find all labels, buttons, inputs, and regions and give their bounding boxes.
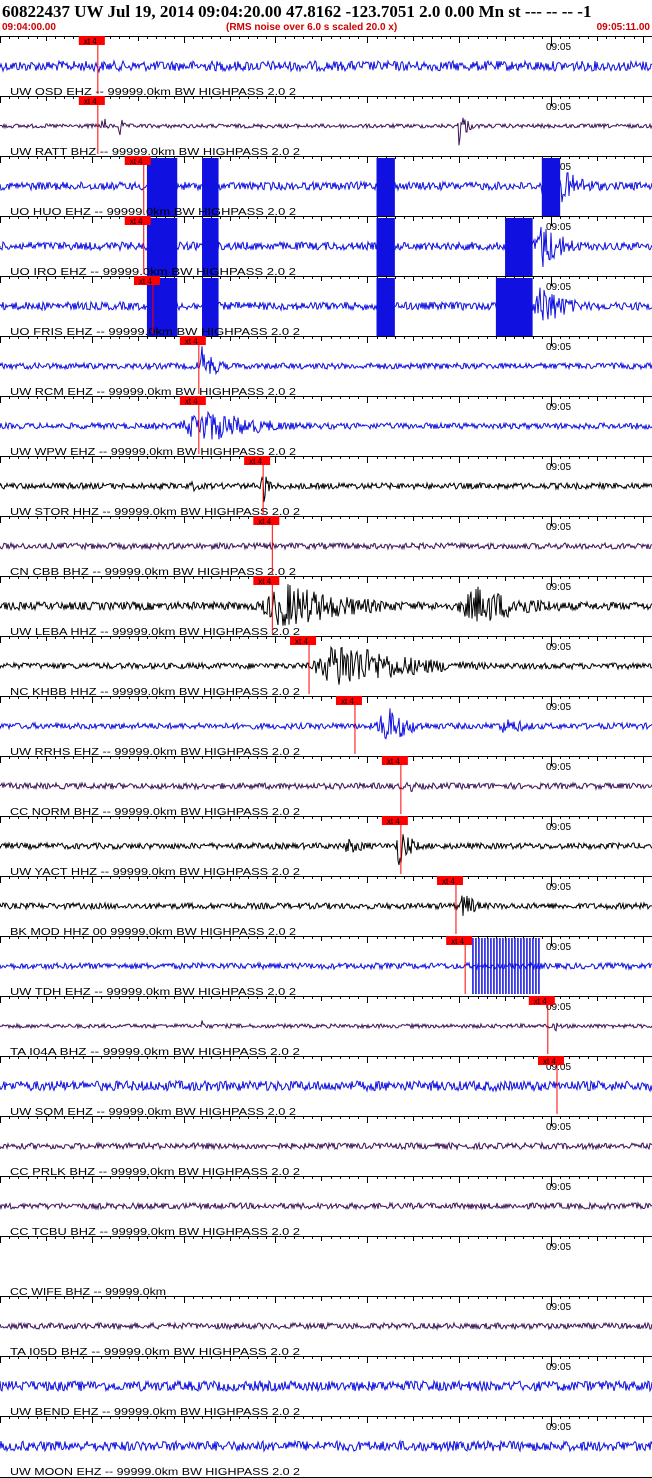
pick-label: xt 4 <box>534 997 547 1006</box>
minute-label: 09:05 <box>546 102 571 113</box>
minute-label: 09:05 <box>546 1422 571 1433</box>
minute-label: 09:05 <box>546 882 571 893</box>
waveform <box>0 1141 652 1151</box>
waveform <box>0 895 652 916</box>
trace-panel: 09:05CC PRLK BHZ -- 99999.0km BW HIGHPAS… <box>0 1116 652 1178</box>
pick-label: xt 4 <box>543 1057 556 1066</box>
minute-label: 09:05 <box>546 702 571 713</box>
trace-label: UW MOON EHZ -- 99999.0km BW HIGHPASS 2.0… <box>10 1466 300 1478</box>
waveform <box>0 475 652 502</box>
trace-panel: 09:05UO HUO EHZ -- 99999.0km BW HIGHPASS… <box>0 156 652 218</box>
waveform <box>0 781 652 792</box>
start-time: 09:04:00.00 <box>2 22 56 33</box>
minute-label: 09:05 <box>546 402 571 413</box>
minute-label: 09:05 <box>546 1182 571 1193</box>
trace-panel: 09:05UW TDH EHZ -- 99999.0km BW HIGHPASS… <box>0 936 652 998</box>
minute-label: 09:05 <box>546 582 571 593</box>
pick-label: xt 4 <box>249 457 262 466</box>
pick-label: xt 4 <box>84 97 97 106</box>
minute-label: 09:05 <box>546 762 571 773</box>
waveform <box>0 410 652 440</box>
minute-label: 09:05 <box>546 42 571 53</box>
waveform <box>0 1379 652 1393</box>
minute-label: 09:05 <box>546 522 571 533</box>
clipped-signal-block <box>541 158 561 216</box>
minute-label: 09:05 <box>546 342 571 353</box>
trace-panel: 09:05UW STOR HHZ -- 99999.0km BW HIGHPAS… <box>0 456 652 518</box>
pick-label: xt 4 <box>130 157 143 166</box>
trace-panel: 09:05UW BEND EHZ -- 99999.0km BW HIGHPAS… <box>0 1356 652 1418</box>
plot-header: 60822437 UW Jul 19, 2014 09:04:20.00 47.… <box>0 0 652 36</box>
minute-label: 09:05 <box>546 222 571 233</box>
waveform <box>0 1079 652 1093</box>
scale-note: (RMS noise over 6.0 s scaled 20.0 x) <box>226 22 398 33</box>
waveform <box>0 541 652 551</box>
end-time: 09:05:11.00 <box>596 22 650 33</box>
waveform <box>0 1201 652 1211</box>
trace-panel: 09:05CC WIFE BHZ -- 99999.0km <box>0 1236 652 1298</box>
minute-label: 09:05 <box>546 942 571 953</box>
trace-panel: 09:05UO FRIS EHZ -- 99999.0km BW HIGHPAS… <box>0 276 652 338</box>
pick-label: xt 4 <box>442 877 455 886</box>
event-title: 60822437 UW Jul 19, 2014 09:04:20.00 47.… <box>2 2 592 21</box>
minute-label: 09:05 <box>546 1122 571 1133</box>
minute-label: 09:05 <box>546 462 571 473</box>
waveform <box>0 1321 652 1331</box>
minute-label: 09:05 <box>546 1302 571 1313</box>
pick-label: xt 4 <box>258 517 271 526</box>
waveform <box>0 961 652 971</box>
pick-label: xt 4 <box>258 577 271 586</box>
pick-label: xt 4 <box>185 397 198 406</box>
minute-label: 09:05 <box>546 1362 571 1373</box>
pick-label: xt 4 <box>387 757 400 766</box>
seismogram-plot: 09:05UW OSD EHZ -- 99999.0km BW HIGHPASS… <box>0 36 652 1478</box>
trace-panel: 09:05UW YACT HHZ -- 99999.0km BW HIGHPAS… <box>0 816 652 878</box>
waveform <box>0 834 652 866</box>
trace-panel: 09:05CC TCBU BHZ -- 99999.0km BW HIGHPAS… <box>0 1176 652 1238</box>
clipped-signal-block <box>376 218 395 276</box>
trace-panel: 09:05UW LEBA HHZ -- 99999.0km BW HIGHPAS… <box>0 576 652 638</box>
minute-label: 09:05 <box>546 1242 571 1253</box>
waveform <box>0 226 652 268</box>
pick-label: xt 4 <box>185 337 198 346</box>
trace-panel: 09:05UW RATT BHZ -- 99999.0km BW HIGHPAS… <box>0 96 652 158</box>
clipped-signal-block <box>376 278 395 336</box>
trace-panel: 09:05 UW MOON EHZ -- 99999.0km BW HIGHPAS… <box>0 1416 652 1478</box>
trace-panel: 09:05UW SQM EHZ -- 99999.0km BW HIGHPASS… <box>0 1056 652 1118</box>
pick-label: xt 4 <box>84 37 97 46</box>
trace-panel: 09:05UW RRHS EHZ -- 99999.0km BW HIGHPAS… <box>0 696 652 758</box>
trace-panel: 09:05CC NORM BHZ -- 99999.0km BW HIGHPAS… <box>0 756 652 818</box>
minute-label: 09:05 <box>546 642 571 653</box>
minute-label: 09:05 <box>546 822 571 833</box>
pick-label: xt 4 <box>130 217 143 226</box>
trace-panel: 09:05NC KHBB HHZ -- 99999.0km BW HIGHPAS… <box>0 636 652 698</box>
minute-label: 09:05 <box>546 282 571 293</box>
trace-panel: 09:05CN CBB BHZ -- 99999.0km BW HIGHPASS… <box>0 516 652 578</box>
trace-panel: 09:05UW RCM EHZ -- 99999.0km BW HIGHPASS… <box>0 336 652 398</box>
trace-panel: 09:05TA I04A BHZ -- 99999.0km BW HIGHPAS… <box>0 996 652 1058</box>
clipped-signal-block <box>495 278 533 336</box>
waveform <box>0 1020 652 1032</box>
pick-label: xt 4 <box>451 937 464 946</box>
pick-label: xt 4 <box>387 817 400 826</box>
trace-panel: 09:05UW OSD EHZ -- 99999.0km BW HIGHPASS… <box>0 36 652 98</box>
clipped-signal-block <box>505 218 533 276</box>
trace-panel: 09:05TA I05D BHZ -- 99999.0km BW HIGHPAS… <box>0 1296 652 1358</box>
pick-label: xt 4 <box>295 637 308 646</box>
trace-panel: 09:05UO IRO EHZ -- 99999.0km BW HIGHPASS… <box>0 216 652 278</box>
trace-panel: 09:05UW WPW EHZ -- 99999.0km BW HIGHPASS… <box>0 396 652 458</box>
pick-label: xt 4 <box>341 697 354 706</box>
pick-label: xt 4 <box>139 277 152 286</box>
clipped-signal-block <box>376 158 395 216</box>
trace-panel: 09:05BK MOD HHZ 00 99999.0km BW HIGHPASS… <box>0 876 652 938</box>
waveform <box>0 1439 652 1453</box>
